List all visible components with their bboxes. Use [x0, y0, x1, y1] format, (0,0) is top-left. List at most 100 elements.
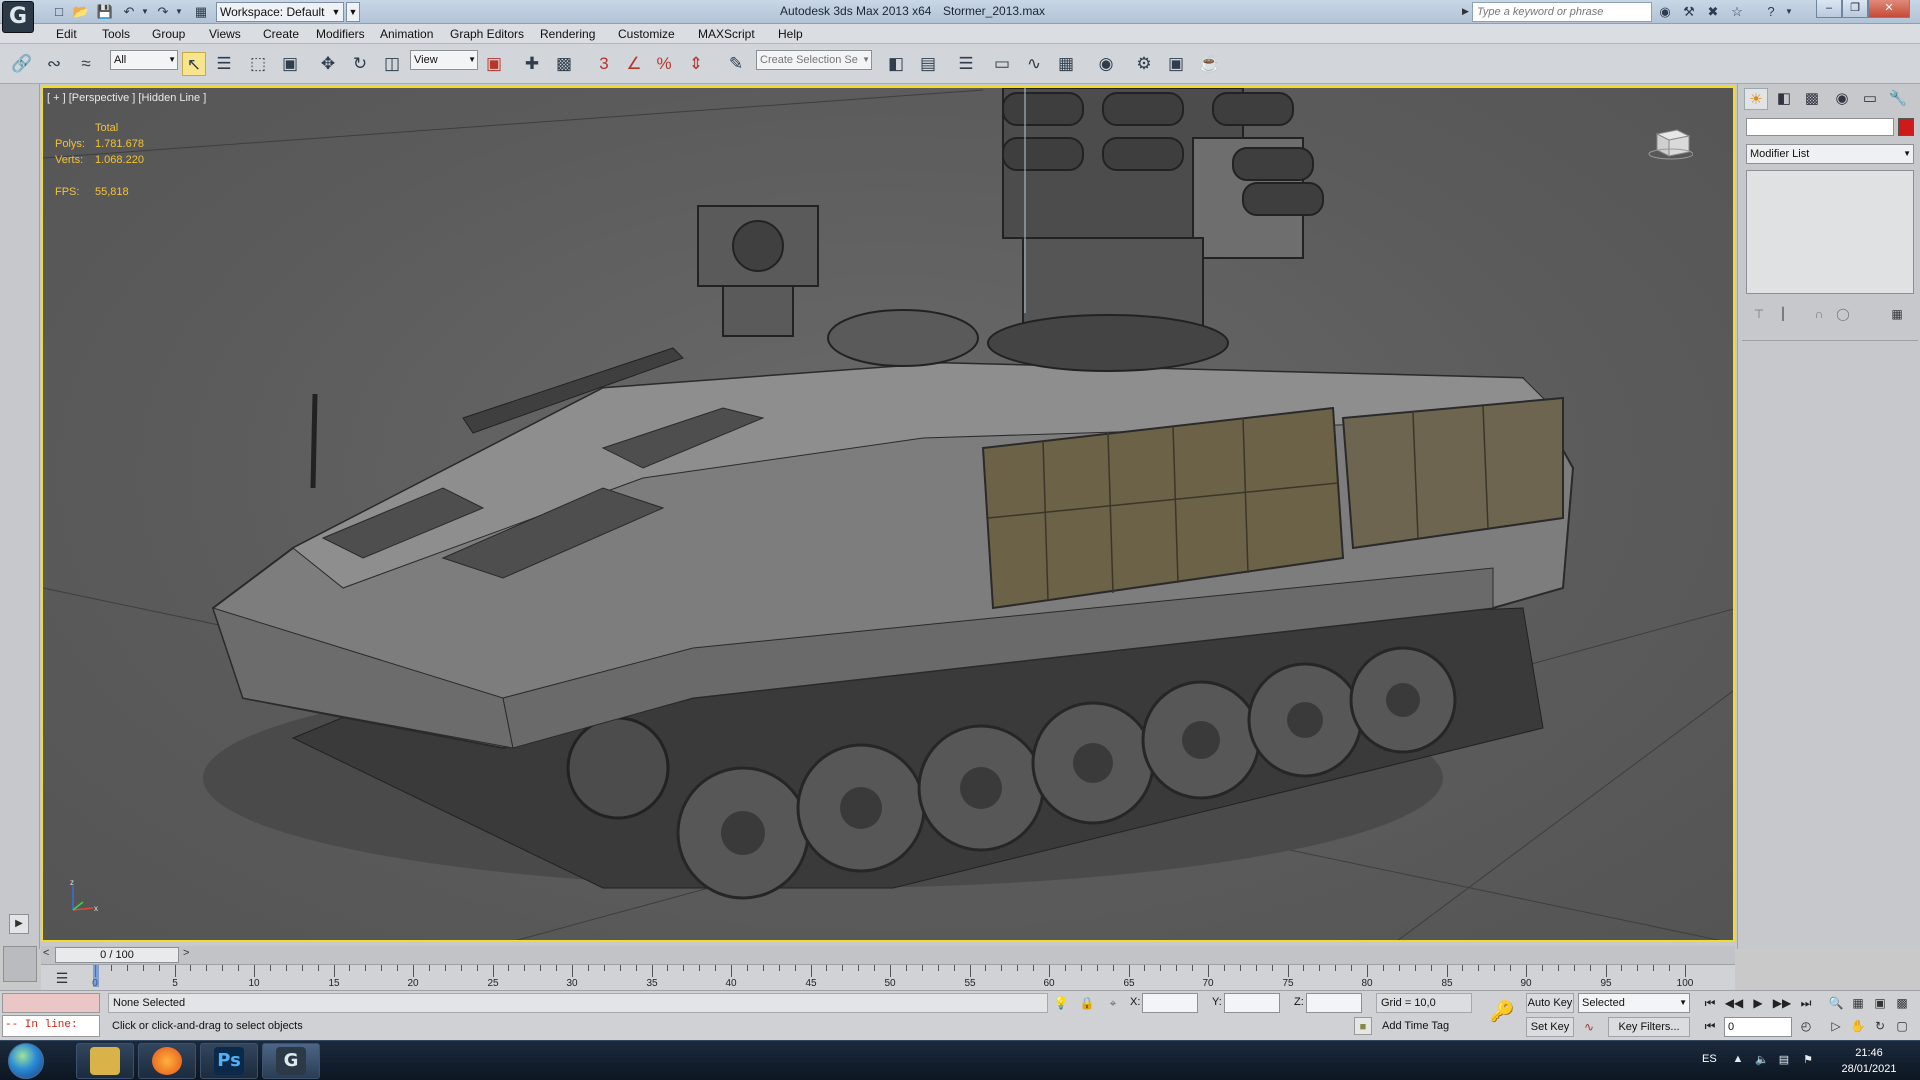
configure-modifier-sets-icon[interactable]: ▦	[1886, 304, 1908, 324]
display-tab-icon[interactable]: ▭	[1858, 88, 1882, 110]
key-mode-toggle-icon[interactable]: ⏮	[1700, 1017, 1720, 1035]
workspace-dropdown[interactable]: Workspace: Default ▼	[216, 2, 344, 22]
network-icon[interactable]: ▤	[1776, 1053, 1792, 1069]
perspective-viewport[interactable]: [ + ] [Perspective ] [Hidden Line ] Tota…	[41, 86, 1735, 942]
menu-graph-editors[interactable]: Graph Editors	[450, 27, 524, 41]
add-time-tag-icon[interactable]: ■	[1354, 1017, 1372, 1035]
mirror-icon[interactable]: ◧	[884, 52, 908, 76]
hierarchy-tab-icon[interactable]: ▩	[1800, 88, 1824, 110]
play-animation-icon[interactable]: ▶	[1748, 994, 1768, 1012]
mini-curve-editor-toggle[interactable]	[3, 946, 37, 982]
open-mini-curve-editor-icon[interactable]: ☰	[51, 968, 73, 988]
percent-snap-icon[interactable]: %	[652, 52, 676, 76]
minimize-button[interactable]: –	[1816, 0, 1842, 18]
open-file-icon[interactable]: 📂	[72, 3, 90, 21]
select-by-name-icon[interactable]: ☰	[212, 52, 236, 76]
menu-rendering[interactable]: Rendering	[540, 27, 595, 41]
taskbar-3dsmax[interactable]: G	[262, 1043, 320, 1079]
spinner-snap-icon[interactable]: ⇕	[684, 52, 708, 76]
key-filters-button[interactable]: Key Filters...	[1608, 1017, 1690, 1037]
set-key-mode-icon[interactable]: 🔑	[1486, 999, 1518, 1029]
select-move-icon[interactable]: ✥	[316, 52, 340, 76]
named-selection-dropdown[interactable]: Create Selection Se ▼	[756, 50, 872, 70]
make-unique-icon[interactable]: ∩	[1808, 304, 1830, 324]
menu-customize[interactable]: Customize	[618, 27, 675, 41]
time-slider-prev[interactable]: <	[43, 947, 49, 959]
selection-filter-dropdown[interactable]: All ▼	[110, 50, 178, 70]
new-file-icon[interactable]: □	[50, 3, 68, 21]
selection-lock-icon[interactable]: 🔒	[1078, 994, 1096, 1012]
maxscript-inline-field[interactable]: -- In line:	[2, 1015, 100, 1037]
material-editor-icon[interactable]: ◉	[1094, 52, 1118, 76]
zoom-all-icon[interactable]: ▦	[1848, 994, 1868, 1012]
taskbar-firefox[interactable]	[138, 1043, 196, 1079]
link-icon[interactable]: 🔗	[10, 52, 34, 76]
render-production-icon[interactable]: ☕	[1198, 52, 1222, 76]
current-frame-field[interactable]: 0	[1724, 1017, 1792, 1037]
auto-key-button[interactable]: Auto Key	[1526, 993, 1574, 1013]
window-crossing-icon[interactable]: ▣	[278, 52, 302, 76]
menu-group[interactable]: Group	[152, 27, 185, 41]
pivot-center-icon[interactable]: ▣	[482, 52, 506, 76]
menu-tools[interactable]: Tools	[102, 27, 130, 41]
pin-stack-icon[interactable]: ⊤	[1748, 304, 1770, 324]
viewcube-icon[interactable]	[1647, 126, 1693, 160]
modify-tab-icon[interactable]: ◧	[1772, 88, 1796, 110]
modifier-list-dropdown[interactable]: Modifier List ▼	[1746, 144, 1914, 164]
select-manipulate-icon[interactable]: ✚	[520, 52, 544, 76]
language-indicator[interactable]: ES	[1702, 1053, 1717, 1065]
volume-icon[interactable]: 🔈	[1754, 1053, 1770, 1069]
previous-frame-icon[interactable]: ◀◀	[1724, 994, 1744, 1012]
select-object-icon[interactable]: ↖	[182, 52, 206, 76]
motion-tab-icon[interactable]: ◉	[1830, 88, 1854, 110]
save-file-icon[interactable]: 💾	[96, 3, 114, 21]
next-frame-icon[interactable]: ▶▶	[1772, 994, 1792, 1012]
search-input[interactable]: Type a keyword or phrase	[1472, 2, 1652, 22]
menu-animation[interactable]: Animation	[380, 27, 433, 41]
system-clock[interactable]: 21:46 28/01/2021	[1836, 1045, 1902, 1077]
y-coordinate-field[interactable]	[1224, 993, 1280, 1013]
absolute-mode-transform-icon[interactable]: ⌖	[1104, 994, 1122, 1012]
frame-ruler[interactable]: 0510152025303540455055606570758085909510…	[92, 965, 1693, 991]
rectangular-selection-icon[interactable]: ⬚	[246, 52, 270, 76]
windows-start-icon[interactable]	[8, 1043, 44, 1079]
action-center-flag-icon[interactable]: ⚑	[1800, 1053, 1816, 1069]
redo-dropdown-icon[interactable]: ▼	[170, 3, 188, 21]
select-scale-icon[interactable]: ◫	[380, 52, 404, 76]
binoculars-search-icon[interactable]: ◉	[1656, 3, 1674, 21]
remove-modifier-icon[interactable]: ◯	[1832, 304, 1854, 324]
rendered-frame-window-icon[interactable]: ▣	[1164, 52, 1188, 76]
menu-help[interactable]: Help	[778, 27, 803, 41]
create-tab-icon[interactable]: ☀	[1744, 88, 1768, 110]
maximize-button[interactable]: ❐	[1842, 0, 1868, 18]
time-slider-next[interactable]: >	[183, 947, 189, 959]
show-end-result-icon[interactable]: ┃	[1772, 304, 1794, 324]
default-in-out-tangents-icon[interactable]: ∿	[1580, 1018, 1598, 1036]
expand-viewport-layout-icon[interactable]: ▶	[9, 914, 29, 934]
taskbar-photoshop[interactable]: Ps	[200, 1043, 258, 1079]
menu-edit[interactable]: Edit	[56, 27, 77, 41]
maxscript-listener-mini[interactable]	[2, 993, 100, 1013]
favorites-star-icon[interactable]: ☆	[1728, 3, 1746, 21]
help-icon[interactable]: ?	[1762, 3, 1780, 21]
bind-space-warp-icon[interactable]: ≈	[74, 52, 98, 76]
track-bar[interactable]: ☰ 05101520253035404550556065707580859095…	[41, 964, 1735, 990]
time-configuration-icon[interactable]: ◴	[1796, 1017, 1816, 1035]
zoom-extents-icon[interactable]: ▣	[1870, 994, 1890, 1012]
keyboard-shortcut-override-icon[interactable]: ▩	[552, 52, 576, 76]
undo-dropdown-icon[interactable]: ▼	[136, 3, 154, 21]
communication-center-icon[interactable]: ✖	[1704, 3, 1722, 21]
go-to-end-icon[interactable]: ⏭	[1796, 994, 1816, 1012]
menu-maxscript[interactable]: MAXScript	[698, 27, 755, 41]
isolate-selection-icon[interactable]: 💡	[1052, 994, 1070, 1012]
x-coordinate-field[interactable]	[1142, 993, 1198, 1013]
quick-access-customize-icon[interactable]: ▼	[346, 2, 360, 22]
object-color-swatch[interactable]	[1898, 118, 1914, 136]
schematic-view-icon[interactable]: ▦	[1054, 52, 1078, 76]
taskbar-explorer[interactable]	[76, 1043, 134, 1079]
angle-snap-icon[interactable]: ∠	[622, 52, 646, 76]
utilities-tab-icon[interactable]: 🔧	[1886, 88, 1910, 110]
align-icon[interactable]: ▤	[916, 52, 940, 76]
pan-view-icon[interactable]: ✋	[1848, 1017, 1868, 1035]
unlink-icon[interactable]: ∾	[42, 52, 66, 76]
